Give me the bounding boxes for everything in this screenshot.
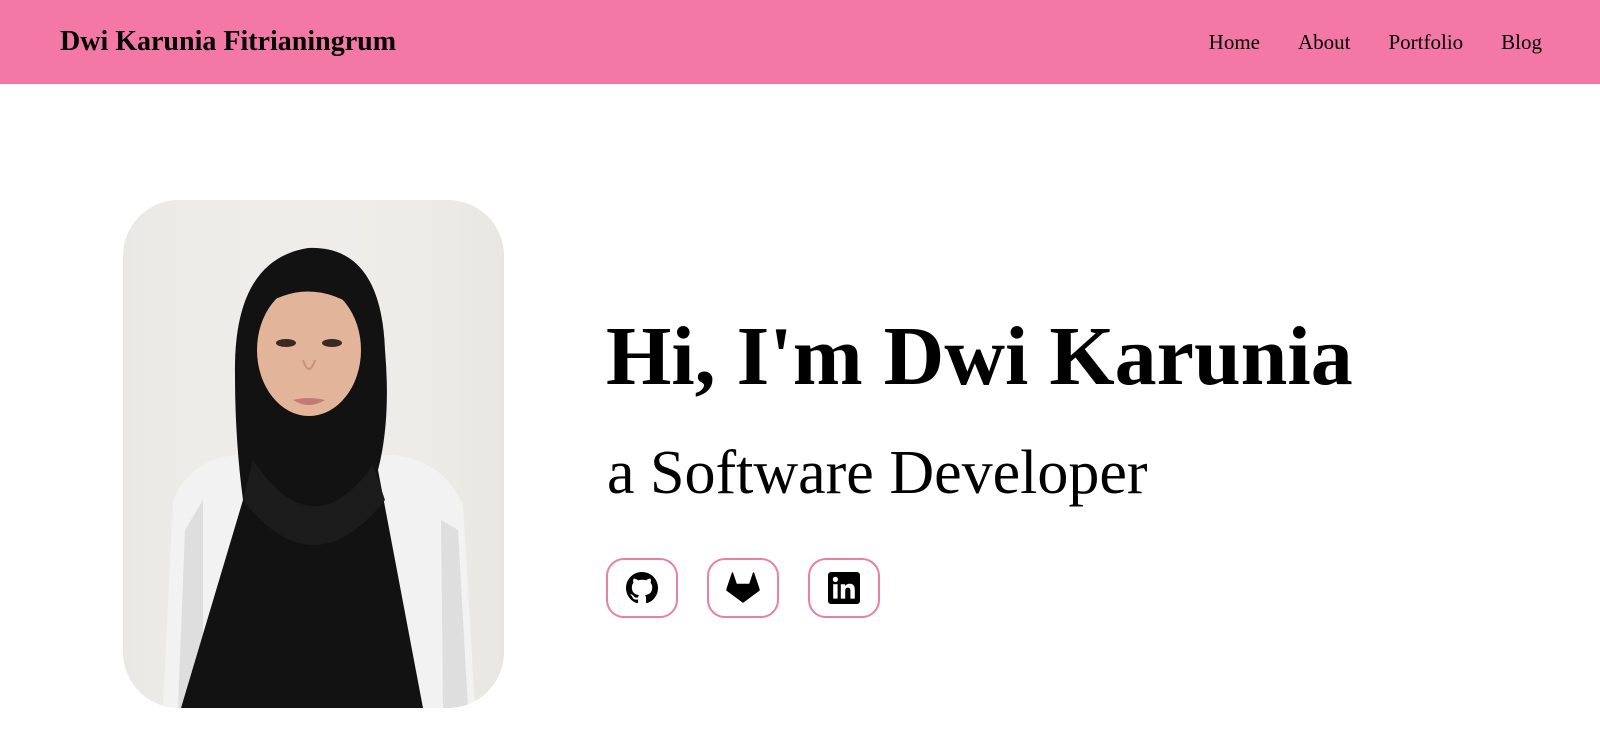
github-button[interactable] — [606, 558, 678, 618]
nav-blog-link[interactable]: Blog — [1501, 28, 1542, 56]
nav-portfolio-link[interactable]: Portfolio — [1388, 28, 1463, 56]
profile-photo-illustration — [123, 200, 504, 708]
gitlab-button[interactable] — [707, 558, 779, 618]
nav-menu: Home About Portfolio Blog — [1171, 28, 1542, 56]
gitlab-icon — [726, 572, 760, 603]
nav-home-link[interactable]: Home — [1209, 28, 1260, 56]
hero-subtitle: a Software Developer — [607, 439, 1148, 507]
profile-photo — [123, 200, 504, 708]
hero-title: Hi, I'm Dwi Karunia — [606, 310, 1353, 403]
github-icon — [626, 572, 658, 604]
social-links — [606, 558, 909, 618]
site-brand[interactable]: Dwi Karunia Fitrianingrum — [60, 22, 396, 62]
nav-about-link[interactable]: About — [1298, 28, 1351, 56]
linkedin-button[interactable] — [808, 558, 880, 618]
navbar: Dwi Karunia Fitrianingrum Home About Por… — [0, 0, 1600, 84]
linkedin-icon — [828, 572, 860, 604]
